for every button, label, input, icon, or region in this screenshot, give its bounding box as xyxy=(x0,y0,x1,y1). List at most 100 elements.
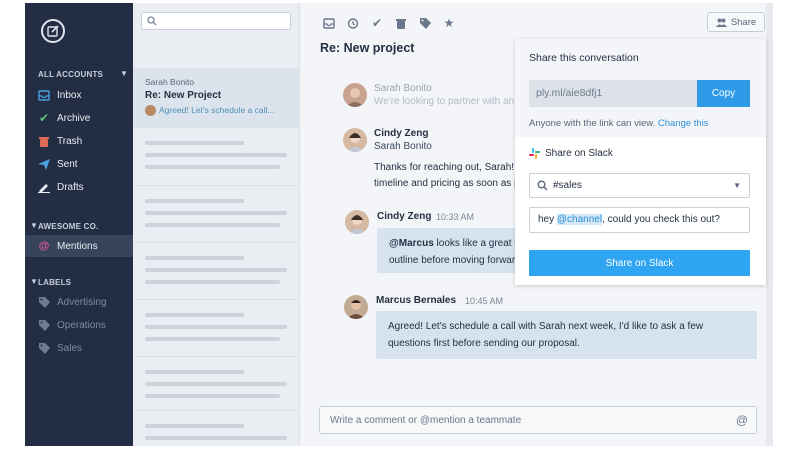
mention: @channel xyxy=(556,214,603,225)
list-item-sender: Sarah Bonito xyxy=(145,77,195,87)
message-body-line: questions first before sending our propo… xyxy=(388,338,580,349)
chevron-down-icon: ▼ xyxy=(733,181,741,190)
inbox-icon[interactable] xyxy=(322,16,336,30)
list-item-subject: Re: New Project xyxy=(145,90,222,101)
sidebar-item-archive[interactable]: ✔ Archive xyxy=(25,107,133,129)
divider xyxy=(133,127,299,128)
clock-icon[interactable] xyxy=(346,16,360,30)
inbox-icon xyxy=(38,89,50,101)
check-icon[interactable]: ✔ xyxy=(370,16,384,30)
search-icon xyxy=(537,180,548,191)
at-icon: @ xyxy=(38,240,50,252)
chevron-down-icon[interactable]: ▼ xyxy=(30,221,38,230)
share-link-field[interactable]: ply.ml/aie8dfj1 xyxy=(529,80,697,107)
star-icon[interactable]: ★ xyxy=(442,16,456,30)
sidebar-item-sent[interactable]: Sent xyxy=(25,153,133,175)
chevron-down-icon[interactable]: ▼ xyxy=(120,69,128,78)
list-item-selected[interactable]: Sarah Bonito Re: New Project Agreed! Let… xyxy=(133,69,299,127)
sidebar-item-operations[interactable]: Operations xyxy=(25,314,133,336)
tag-icon xyxy=(38,342,50,354)
change-permission-link[interactable]: Change this xyxy=(658,118,709,129)
sidebar-item-label: Inbox xyxy=(57,89,82,101)
message-sender: Sarah Bonito xyxy=(374,83,432,94)
slack-title-label: Share on Slack xyxy=(545,148,613,159)
divider xyxy=(133,356,299,357)
message-text: hey xyxy=(538,214,557,225)
list-item[interactable] xyxy=(145,256,287,292)
message-sender: Cindy Zeng xyxy=(374,128,429,139)
search-icon xyxy=(147,16,157,26)
message-bubble: Agreed! Let's schedule a call with Sarah… xyxy=(376,311,757,359)
all-accounts-label: ALL ACCOUNTS xyxy=(38,70,104,79)
slack-message-input[interactable]: hey @channel, could you check this out? xyxy=(529,207,750,233)
divider xyxy=(133,242,299,243)
slack-icon xyxy=(529,148,540,159)
sidebar-item-drafts[interactable]: Drafts xyxy=(25,176,133,198)
tag-icon[interactable] xyxy=(418,16,432,30)
sidebar-item-label: Mentions xyxy=(57,240,98,252)
compose-button[interactable] xyxy=(41,19,65,43)
share-button[interactable]: Share xyxy=(707,12,765,32)
popover-title: Share this conversation xyxy=(529,52,639,64)
slack-channel-select[interactable]: #sales ▼ xyxy=(529,173,750,198)
slack-share-panel: Share on Slack #sales ▼ hey @channel, co… xyxy=(515,137,766,285)
labels-label: LABELS xyxy=(38,278,72,287)
at-icon[interactable]: @ xyxy=(736,413,748,427)
list-item[interactable] xyxy=(145,424,287,446)
sidebar-item-mentions[interactable]: @ Mentions xyxy=(25,235,133,257)
message-body-line: Agreed! Let's schedule a call with Sarah… xyxy=(388,321,704,332)
message-preview: We're looking to partner with an age xyxy=(374,96,534,107)
search-input[interactable] xyxy=(141,12,291,30)
sidebar: ALL ACCOUNTS ▼ Inbox ✔ Archive Trash Sen… xyxy=(25,3,133,446)
avatar xyxy=(344,295,368,319)
tag-icon xyxy=(38,319,50,331)
avatar xyxy=(145,105,156,117)
share-on-slack-button[interactable]: Share on Slack xyxy=(529,250,750,276)
message-recipient: Sarah Bonito xyxy=(374,141,432,152)
team-label: AWESOME CO. xyxy=(38,222,99,231)
sidebar-item-label: Drafts xyxy=(57,181,84,193)
message-sender: Marcus Bernales xyxy=(376,295,457,306)
divider xyxy=(133,299,299,300)
compose-icon xyxy=(47,25,59,37)
link-permission-note: Anyone with the link can view. Change th… xyxy=(529,118,709,129)
page-title: Re: New project xyxy=(320,41,415,55)
divider xyxy=(133,185,299,186)
avatar xyxy=(345,210,369,234)
mention[interactable]: @Marcus xyxy=(389,238,434,249)
share-button-label: Share xyxy=(730,16,757,28)
list-item[interactable] xyxy=(145,199,287,235)
comment-placeholder: Write a comment or @mention a teammate xyxy=(330,415,522,426)
trash-icon[interactable] xyxy=(394,16,408,30)
list-item[interactable] xyxy=(145,313,287,349)
sidebar-item-label: Trash xyxy=(57,135,83,147)
sidebar-item-sales[interactable]: Sales xyxy=(25,337,133,359)
list-item-preview: Agreed! Let's schedule a call... xyxy=(145,105,291,119)
message-body-line: Thanks for reaching out, Sarah! I'm xyxy=(374,162,530,173)
tag-icon xyxy=(38,296,50,308)
message-timestamp: 10:45 AM xyxy=(465,296,504,306)
slack-title: Share on Slack xyxy=(529,148,613,159)
avatar xyxy=(343,83,367,107)
trash-icon xyxy=(38,135,50,147)
sidebar-item-inbox[interactable]: Inbox xyxy=(25,84,133,106)
sidebar-item-trash[interactable]: Trash xyxy=(25,130,133,152)
pencil-icon xyxy=(38,181,50,193)
list-item[interactable] xyxy=(145,370,287,406)
avatar xyxy=(343,128,367,152)
list-item-preview-text: Agreed! Let's schedule a call... xyxy=(159,105,275,115)
slack-channel-value: #sales xyxy=(553,180,582,191)
sidebar-item-label: Sales xyxy=(57,342,83,354)
comment-input[interactable]: Write a comment or @mention a teammate @ xyxy=(319,406,757,434)
sidebar-item-advertising[interactable]: Advertising xyxy=(25,291,133,313)
sidebar-item-label: Archive xyxy=(57,112,91,124)
link-note-text: Anyone with the link can view. xyxy=(529,118,656,129)
window-edge xyxy=(766,3,773,446)
divider xyxy=(133,410,299,411)
list-item[interactable] xyxy=(145,141,287,177)
chevron-down-icon[interactable]: ▼ xyxy=(30,277,38,286)
send-icon xyxy=(38,158,50,170)
sidebar-item-label: Sent xyxy=(57,158,78,170)
message-body-line: timeline and pricing as soon as poss xyxy=(374,178,536,189)
copy-button[interactable]: Copy xyxy=(697,80,750,107)
